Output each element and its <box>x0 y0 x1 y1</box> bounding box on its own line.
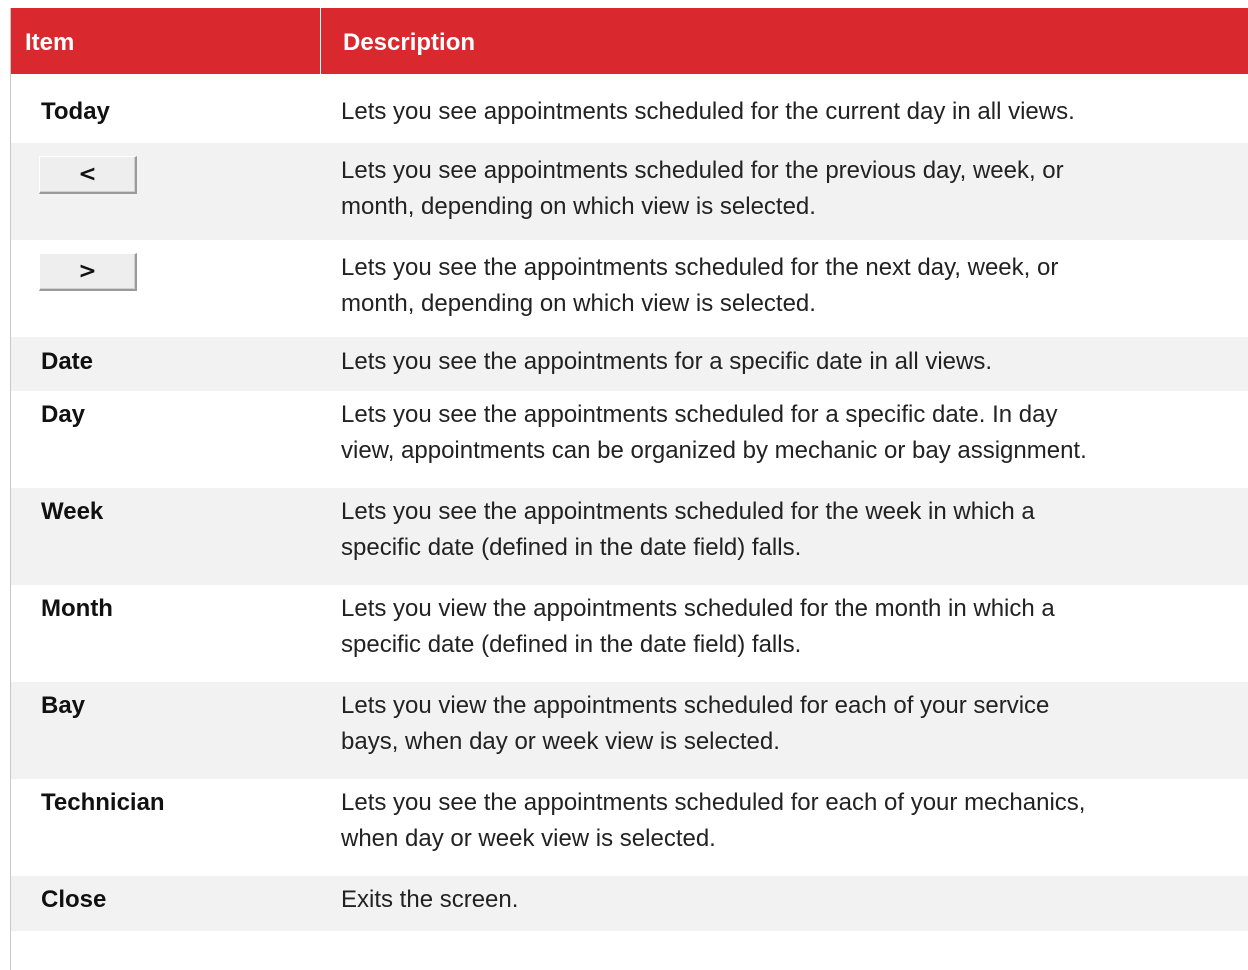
description-line: Lets you see the appointments for a spec… <box>341 348 993 375</box>
item-label: Technician <box>41 789 165 816</box>
header-description: Description <box>343 29 476 56</box>
description-line: month, depending on which view is select… <box>341 193 816 220</box>
item-description: Lets you see the appointments scheduled … <box>321 391 1248 488</box>
previous-button[interactable]: < <box>39 156 137 194</box>
item-label: Close <box>41 886 107 913</box>
description-line: Lets you see the appointments scheduled … <box>341 401 1058 428</box>
table-row-previous: < Lets you see appointments scheduled fo… <box>11 143 1248 240</box>
item-label: Bay <box>41 692 86 719</box>
description-line: view, appointments can be organized by m… <box>341 437 1087 464</box>
table-row-month: Month Lets you view the appointments sch… <box>11 585 1248 682</box>
header-item: Item <box>11 8 321 74</box>
description-line: Lets you view the appointments scheduled… <box>341 595 1055 622</box>
table-row-bay: Bay Lets you view the appointments sched… <box>11 682 1248 779</box>
description-line: specific date (defined in the date field… <box>341 534 802 561</box>
table-row-today: Today Lets you see appointments schedule… <box>11 74 1248 143</box>
item-description: Lets you see the appointments scheduled … <box>321 488 1248 585</box>
item-label: Date <box>41 348 94 375</box>
item-description: Lets you view the appointments scheduled… <box>321 682 1248 779</box>
item-description-table: Item Description Today Lets you see appo… <box>10 8 1248 970</box>
item-label: Month <box>41 595 113 622</box>
table-row-close: Close Exits the screen. <box>11 876 1248 931</box>
description-line: bays, when day or week view is selected. <box>341 728 780 755</box>
description-line: Lets you view the appointments scheduled… <box>341 692 1050 719</box>
description-line: Exits the screen. <box>341 886 519 913</box>
item-label: Day <box>41 401 86 428</box>
item-description: Exits the screen. <box>321 876 1248 931</box>
table-row-technician: Technician Lets you see the appointments… <box>11 779 1248 876</box>
item-label: Today <box>41 98 110 125</box>
item-description: Lets you view the appointments scheduled… <box>321 585 1248 682</box>
table-header: Item Description <box>11 8 1248 74</box>
item-cell: < <box>11 143 321 240</box>
item-description: Lets you see the appointments scheduled … <box>321 779 1248 876</box>
table-row-next: > Lets you see the appointments schedule… <box>11 240 1248 337</box>
description-line: month, depending on which view is select… <box>341 290 816 317</box>
description-line: Lets you see appointments scheduled for … <box>341 98 1075 125</box>
description-line: specific date (defined in the date field… <box>341 631 802 658</box>
table-row-date: Date Lets you see the appointments for a… <box>11 337 1248 391</box>
description-line: Lets you see the appointments scheduled … <box>341 498 1035 525</box>
description-line: Lets you see the appointments scheduled … <box>341 254 1059 281</box>
item-cell: > <box>11 240 321 337</box>
item-description: Lets you see the appointments for a spec… <box>321 337 1248 391</box>
item-description: Lets you see appointments scheduled for … <box>321 143 1248 240</box>
table-row-day: Day Lets you see the appointments schedu… <box>11 391 1248 488</box>
item-description: Lets you see the appointments scheduled … <box>321 240 1248 337</box>
item-label: Week <box>41 498 104 525</box>
description-line: when day or week view is selected. <box>341 825 716 852</box>
description-line: Lets you see the appointments scheduled … <box>341 789 1086 816</box>
table-row-week: Week Lets you see the appointments sched… <box>11 488 1248 585</box>
description-line: Lets you see appointments scheduled for … <box>341 157 1064 184</box>
item-description: Lets you see appointments scheduled for … <box>321 74 1248 143</box>
next-button[interactable]: > <box>39 253 137 291</box>
